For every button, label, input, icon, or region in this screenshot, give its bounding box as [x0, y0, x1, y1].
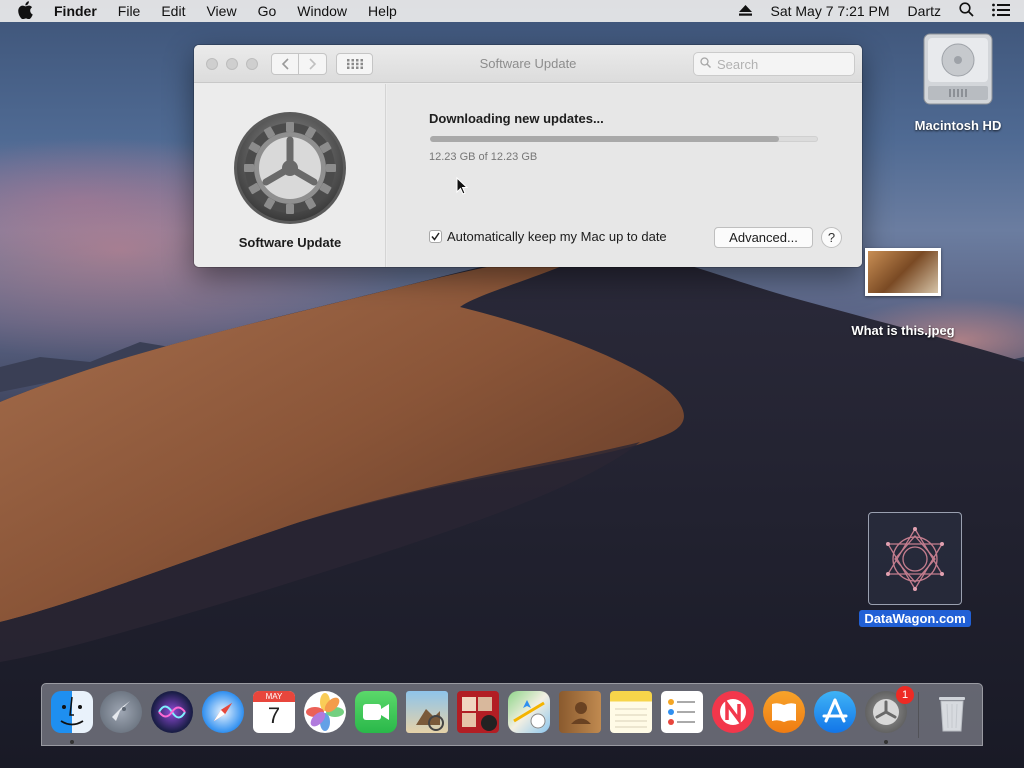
menu-bar: Finder File Edit View Go Window Help Sat… — [0, 0, 1024, 22]
finder-icon[interactable] — [51, 691, 93, 733]
notification-badge: 1 — [896, 686, 914, 704]
software-update-sidebar: Software Update — [194, 84, 386, 267]
desktop-icon-label: Macintosh HD — [914, 118, 1002, 133]
contacts-icon[interactable] — [559, 691, 601, 733]
search-icon — [700, 57, 711, 71]
system-preferences-icon[interactable]: 1 — [865, 686, 914, 733]
app-store-icon[interactable] — [814, 691, 856, 733]
download-progress-fill — [430, 136, 780, 142]
menu-edit[interactable]: Edit — [161, 3, 185, 19]
calendar-month: MAY — [253, 691, 295, 702]
safari-icon[interactable] — [202, 691, 244, 733]
desktop-icon-macintosh-hd[interactable]: Macintosh HD — [906, 32, 1010, 133]
photos-icon[interactable] — [304, 691, 346, 733]
window-titlebar[interactable]: Software Update Search — [194, 45, 862, 83]
desktop-icon-datawagon[interactable]: DataWagon.com — [858, 512, 972, 628]
advanced-button[interactable]: Advanced... — [714, 227, 813, 248]
running-indicator — [884, 740, 888, 744]
desktop-icon-label: What is this.jpeg — [851, 323, 955, 338]
update-content: Downloading new updates... 12.23 GB of 1… — [387, 84, 862, 267]
mouse-cursor-icon — [456, 177, 468, 195]
calendar-day: 7 — [267, 703, 281, 728]
menu-user[interactable]: Dartz — [908, 3, 941, 19]
launchpad-icon[interactable] — [100, 691, 142, 733]
update-status-text: Downloading new updates... — [429, 111, 604, 126]
menu-window[interactable]: Window — [297, 3, 347, 19]
siri-icon[interactable] — [151, 691, 193, 733]
auto-update-label[interactable]: Automatically keep my Mac up to date — [447, 229, 667, 244]
system-preferences-gear-icon — [233, 111, 347, 225]
desktop: Software Update Search Software Update D… — [0, 22, 1024, 768]
image-file-icon — [865, 248, 941, 296]
eject-icon[interactable] — [739, 3, 753, 19]
menu-go[interactable]: Go — [258, 3, 277, 19]
auto-update-checkbox[interactable] — [429, 230, 442, 243]
running-indicator — [70, 740, 74, 744]
download-size-text: 12.23 GB of 12.23 GB — [429, 151, 538, 163]
calendar-icon[interactable]: MAY 7 — [253, 691, 295, 733]
webloc-icon — [868, 512, 962, 605]
desktop-icon-label: DataWagon.com — [859, 610, 971, 627]
dock-separator — [918, 692, 919, 738]
maps-icon[interactable] — [508, 691, 550, 733]
facetime-icon[interactable] — [355, 691, 397, 733]
menu-view[interactable]: View — [206, 3, 236, 19]
search-field[interactable]: Search — [693, 52, 855, 76]
pane-title: Software Update — [238, 235, 342, 250]
notification-center-icon[interactable] — [992, 3, 1010, 20]
spotlight-icon[interactable] — [959, 2, 974, 20]
menu-finder[interactable]: Finder — [54, 3, 97, 19]
desktop-icon-jpeg[interactable]: What is this.jpeg — [846, 248, 960, 338]
reminders-icon[interactable] — [661, 691, 703, 733]
apple-menu-icon[interactable] — [17, 0, 39, 22]
hard-drive-icon — [922, 32, 994, 106]
notes-icon[interactable] — [610, 691, 652, 733]
preview-icon[interactable] — [406, 691, 448, 733]
search-placeholder: Search — [717, 56, 759, 72]
menu-help[interactable]: Help — [368, 3, 397, 19]
checkmark-icon — [431, 232, 440, 241]
help-button[interactable]: ? — [821, 227, 842, 248]
trash-icon[interactable] — [932, 691, 972, 733]
download-progress-bar — [430, 136, 818, 142]
menu-file[interactable]: File — [118, 3, 141, 19]
auto-update-row[interactable]: Automatically keep my Mac up to date — [429, 229, 667, 244]
photo-booth-icon[interactable] — [457, 691, 499, 733]
books-icon[interactable] — [763, 691, 805, 733]
software-update-window: Software Update Search Software Update D… — [194, 45, 862, 267]
news-icon[interactable] — [712, 691, 754, 733]
menu-clock[interactable]: Sat May 7 7:21 PM — [770, 3, 889, 19]
dock: MAY 7 1 — [41, 683, 983, 746]
